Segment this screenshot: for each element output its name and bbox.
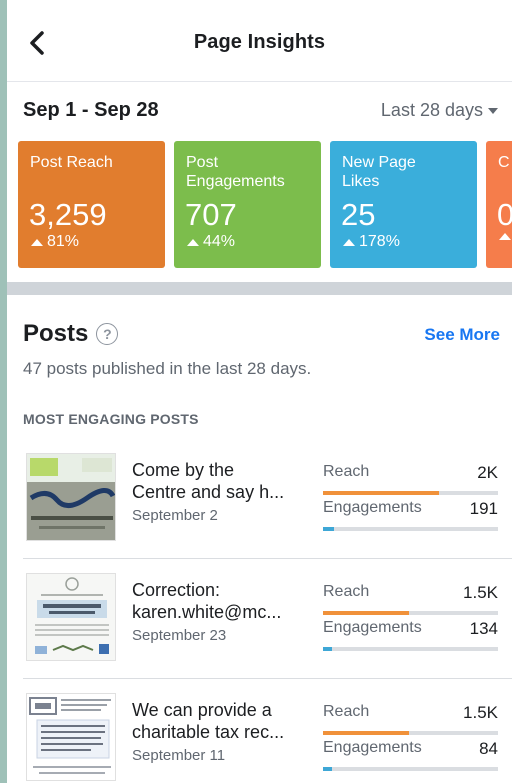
reach-value: 1.5K <box>463 703 498 722</box>
engagements-label: Engagements <box>323 499 422 516</box>
reach-label: Reach <box>323 583 370 600</box>
post-thumbnail <box>26 453 116 541</box>
post-image-icon <box>27 454 115 540</box>
card-post-reach[interactable]: Post Reach 3,259 81% <box>18 141 165 268</box>
card-label: C <box>498 154 510 171</box>
post-line-2: charitable tax rec... <box>132 722 285 742</box>
post-row[interactable]: Come by the Centre and say h... Septembe… <box>7 439 512 559</box>
see-more-link[interactable]: See More <box>424 325 500 345</box>
engagements-metric: Engagements 84 <box>323 739 498 773</box>
posts-section: Posts ? See More 47 posts published in t… <box>7 295 512 783</box>
card-change-value: 81% <box>47 233 80 250</box>
post-line-2: Centre and say h... <box>132 482 285 502</box>
post-row[interactable]: Correction: karen.white@mc... September … <box>7 559 512 679</box>
engagements-bar-track <box>323 767 498 771</box>
post-line-1: Come by the <box>132 460 235 480</box>
post-row[interactable]: We can provide a charitable tax rec... S… <box>7 679 512 783</box>
card-partial[interactable]: C 0 <box>486 141 512 268</box>
range-dropdown-label: Last 28 days <box>380 100 483 120</box>
card-post-engagements[interactable]: Post Engagements 707 44% <box>174 141 321 268</box>
up-arrow-icon <box>499 233 511 240</box>
post-thumbnail <box>26 693 116 781</box>
post-text: Correction: karen.white@mc... September … <box>132 579 307 644</box>
date-range: Sep 1 - Sep 28 <box>23 99 159 121</box>
reach-label: Reach <box>323 463 370 480</box>
card-value: 0 <box>497 197 512 232</box>
section-divider <box>7 282 512 295</box>
reach-value: 1.5K <box>463 583 498 602</box>
reach-bar-fill <box>323 491 439 495</box>
card-change-value: 44% <box>203 233 236 250</box>
engagements-metric: Engagements 134 <box>323 619 498 653</box>
post-date: September 2 <box>132 507 218 524</box>
card-label: Post Engagements <box>186 154 285 190</box>
post-date: September 23 <box>132 627 227 644</box>
post-date: September 11 <box>132 747 226 764</box>
reach-metric: Reach 1.5K <box>323 583 498 617</box>
reach-bar-track <box>323 491 498 495</box>
card-change: 44% <box>187 233 235 251</box>
up-arrow-icon <box>31 238 43 246</box>
engagements-value: 134 <box>469 619 498 638</box>
engagements-bar-fill <box>323 527 334 531</box>
reach-metric: Reach 1.5K <box>323 703 498 737</box>
up-arrow-icon <box>343 238 355 246</box>
engagements-bar-fill <box>323 647 332 651</box>
engagements-value: 84 <box>479 739 498 758</box>
reach-bar-track <box>323 611 498 615</box>
posts-subtitle: 47 posts published in the last 28 days. <box>23 359 312 378</box>
caret-down-icon <box>488 108 498 114</box>
card-change-value: 178% <box>359 233 400 250</box>
reach-label: Reach <box>323 703 370 720</box>
page-title: Page Insights <box>193 31 326 53</box>
help-icon[interactable]: ? <box>96 323 119 345</box>
card-value: 707 <box>185 197 237 232</box>
post-text: We can provide a charitable tax rec... S… <box>132 699 307 764</box>
engagements-bar-track <box>323 527 498 531</box>
post-text: Come by the Centre and say h... Septembe… <box>132 459 307 524</box>
date-range-row: Sep 1 - Sep 28 Last 28 days <box>7 82 512 136</box>
summary-cards: Post Reach 3,259 81% Post Engagements 70… <box>7 136 512 270</box>
post-thumbnail <box>26 573 116 661</box>
insights-screen: Page Insights Sep 1 - Sep 28 Last 28 day… <box>7 0 512 783</box>
post-line-1: We can provide a <box>132 700 272 720</box>
card-change: 178% <box>343 233 400 251</box>
card-value: 25 <box>341 197 376 232</box>
posts-title: Posts <box>23 320 89 347</box>
engagements-label: Engagements <box>323 739 422 756</box>
reach-bar-track <box>323 731 498 735</box>
reach-bar-fill <box>323 611 409 615</box>
card-change: 81% <box>31 233 79 251</box>
engagements-metric: Engagements 191 <box>323 499 498 533</box>
card-new-page-likes[interactable]: New Page Likes 25 178% <box>330 141 477 268</box>
post-line-2: karen.white@mc... <box>132 602 282 622</box>
most-engaging-label: MOST ENGAGING POSTS <box>23 411 199 427</box>
reach-metric: Reach 2K <box>323 463 498 497</box>
card-label: New Page Likes <box>342 154 416 190</box>
post-line-1: Correction: <box>132 580 221 600</box>
engagements-bar-track <box>323 647 498 651</box>
top-bar: Page Insights <box>7 0 512 82</box>
engagements-bar-fill <box>323 767 332 771</box>
engagements-value: 191 <box>469 499 498 518</box>
card-change <box>499 233 512 240</box>
posts-header: Posts ? <box>23 320 119 348</box>
engagements-label: Engagements <box>323 619 422 636</box>
card-value: 3,259 <box>29 197 107 232</box>
reach-value: 2K <box>477 463 498 482</box>
up-arrow-icon <box>187 238 199 246</box>
card-label: Post Reach <box>30 154 113 171</box>
range-dropdown[interactable]: Last 28 days <box>381 100 498 121</box>
reach-bar-fill <box>323 731 409 735</box>
post-image-icon <box>27 694 115 780</box>
post-image-icon <box>27 574 115 660</box>
